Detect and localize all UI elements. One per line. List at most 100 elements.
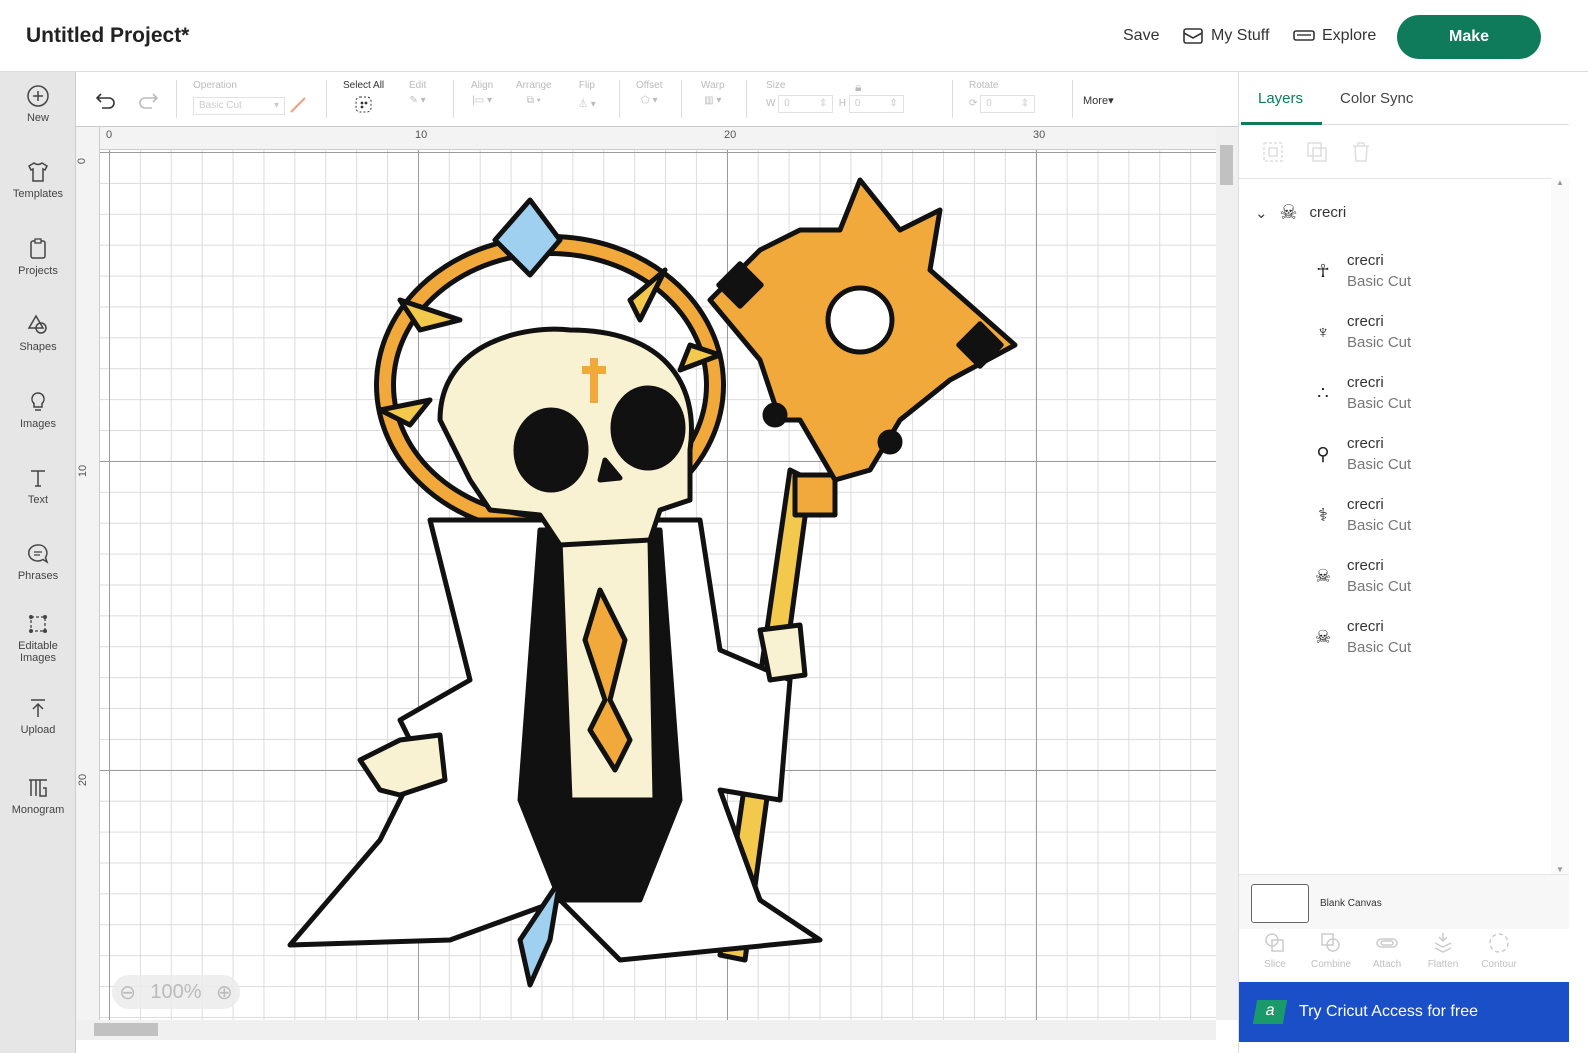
more-label: More: [1083, 95, 1109, 107]
sidebar-label: Projects: [18, 265, 58, 277]
layer-item[interactable]: ☠ crecri Basic Cut: [1311, 618, 1411, 656]
rotate-group: Rotate ⟳ 0 ⇕: [969, 80, 1036, 113]
speech-bubble-icon: [28, 544, 49, 564]
skeleton-thumbnail-icon: ☠: [1279, 202, 1298, 224]
tab-layers[interactable]: Layers: [1258, 90, 1303, 107]
trash-icon[interactable]: [1349, 140, 1373, 164]
redo-icon[interactable]: [136, 90, 160, 110]
layer-operation: Basic Cut: [1347, 456, 1412, 473]
pen-color-icon[interactable]: [288, 95, 308, 115]
layer-group[interactable]: ⌄ ☠ crecri: [1255, 200, 1346, 225]
height-label: H: [838, 98, 847, 109]
layer-item[interactable]: ⚲ crecri Basic Cut: [1311, 435, 1411, 473]
tool-label: Combine: [1310, 959, 1352, 970]
more-button[interactable]: More▾: [1083, 94, 1114, 107]
rotate-icon: ⟳: [969, 98, 978, 109]
layer-thumbnail-icon: ♆: [1316, 321, 1330, 342]
contour-icon: [1489, 933, 1509, 953]
my-stuff-button[interactable]: My Stuff: [1182, 27, 1269, 45]
save-button[interactable]: Save: [1123, 27, 1159, 45]
tab-color-sync[interactable]: Color Sync: [1340, 90, 1413, 107]
horizontal-scrollbar[interactable]: [76, 1020, 1216, 1040]
layer-item[interactable]: ☠ crecri Basic Cut: [1311, 557, 1411, 595]
height-input[interactable]: 0 ⇕: [848, 95, 904, 113]
layers-scrollbar[interactable]: ▲ ▼: [1551, 178, 1569, 878]
sidebar-item-new[interactable]: New: [0, 84, 76, 124]
sidebar-item-phrases[interactable]: Phrases: [0, 542, 76, 582]
layer-name: crecri: [1347, 435, 1384, 452]
layer-thumbnail-icon: ⚕: [1318, 504, 1328, 525]
combine-button[interactable]: Combine: [1303, 929, 1359, 982]
size-group: Size W 0 ⇕ H 0 ⇕: [766, 80, 904, 113]
duplicate-icon[interactable]: [1305, 140, 1329, 164]
vertical-scrollbar[interactable]: [1216, 127, 1238, 1020]
zoom-control: ⊖ 100% ⊕: [112, 975, 240, 1009]
layer-operation: Basic Cut: [1347, 334, 1412, 351]
warp-button[interactable]: Warp ▥ ▾: [701, 80, 725, 106]
sidebar-item-text[interactable]: Text: [0, 466, 76, 506]
sidebar-label: Editable Images: [18, 640, 58, 664]
layer-name: crecri: [1347, 496, 1384, 513]
zoom-in-icon[interactable]: ⊕: [216, 980, 233, 1005]
sidebar-label: Templates: [12, 188, 64, 200]
offset-button[interactable]: Offset ⬠ ▾: [636, 80, 663, 106]
layer-item[interactable]: ∴ crecri Basic Cut: [1311, 374, 1411, 412]
design-canvas[interactable]: [100, 150, 1216, 1020]
explore-button[interactable]: Explore: [1293, 27, 1376, 45]
align-icon: |▭ ▾: [472, 95, 493, 106]
operation-label: Operation: [193, 80, 237, 91]
layer-name: crecri: [1347, 557, 1384, 574]
rotate-input[interactable]: 0 ⇕: [980, 95, 1036, 113]
combine-icon: [1321, 933, 1340, 952]
shirt-icon: [28, 162, 48, 182]
sidebar-item-projects[interactable]: Projects: [0, 237, 76, 277]
flatten-button[interactable]: Flatten: [1415, 929, 1471, 982]
sidebar-item-upload[interactable]: Upload: [0, 696, 76, 736]
chevron-down-icon[interactable]: ⌄: [1255, 204, 1268, 222]
layer-item[interactable]: ⚕ crecri Basic Cut: [1311, 496, 1411, 534]
width-label: W: [766, 98, 776, 109]
sidebar-item-editable-images[interactable]: Editable Images: [0, 612, 76, 664]
sidebar-item-templates[interactable]: Templates: [0, 160, 76, 200]
width-input[interactable]: 0 ⇕: [778, 95, 834, 113]
access-logo: a: [1252, 1000, 1288, 1024]
scrollbar-thumb[interactable]: [94, 1023, 158, 1036]
layer-item[interactable]: ☥ crecri Basic Cut: [1311, 252, 1411, 290]
operation-select[interactable]: Basic Cut ▾: [193, 96, 285, 115]
layer-item[interactable]: ♆ crecri Basic Cut: [1311, 313, 1411, 351]
contour-button[interactable]: Contour: [1471, 929, 1527, 982]
cricut-access-banner[interactable]: a Try Cricut Access for free: [1239, 982, 1569, 1042]
canvas-color-swatch[interactable]: [1251, 884, 1309, 923]
sidebar-label: Images: [19, 418, 57, 430]
sidebar-item-images[interactable]: Images: [0, 390, 76, 430]
sidebar-item-shapes[interactable]: Shapes: [0, 313, 76, 353]
undo-icon[interactable]: [94, 90, 118, 110]
edit-toolbar: Operation Basic Cut ▾ Select All Edit ✎ ▾…: [76, 72, 1238, 127]
flip-button[interactable]: Flip ⏃ ▾: [578, 80, 596, 110]
arrange-button[interactable]: Arrange ⧉ ▾: [516, 80, 552, 106]
flip-icon: ⏃ ▾: [578, 99, 596, 110]
layer-name: crecri: [1347, 313, 1384, 330]
blank-canvas-row[interactable]: Blank Canvas: [1239, 874, 1569, 929]
ruler-label: 0: [76, 157, 89, 165]
tool-label: Slice: [1264, 959, 1286, 970]
active-tab-indicator: [1241, 122, 1322, 125]
lock-icon[interactable]: 🔒︎: [855, 80, 861, 95]
select-all-button[interactable]: Select All: [343, 80, 384, 118]
align-button[interactable]: Align |▭ ▾: [471, 80, 493, 106]
make-button[interactable]: Make: [1397, 15, 1541, 59]
tool-label: Attach: [1372, 959, 1402, 970]
skeleton-priest-image[interactable]: [100, 150, 1216, 1020]
attach-button[interactable]: Attach: [1359, 929, 1415, 982]
scrollbar-thumb[interactable]: [1220, 145, 1233, 185]
project-title[interactable]: Untitled Project*: [26, 24, 189, 48]
header: Untitled Project* Save My Stuff Explore …: [0, 0, 1588, 72]
edit-button[interactable]: Edit ✎ ▾: [409, 80, 426, 106]
warp-label: Warp: [701, 80, 725, 91]
group-icon[interactable]: [1261, 140, 1285, 164]
sidebar-item-monogram[interactable]: Monogram: [0, 776, 76, 816]
upload-icon: [31, 699, 45, 717]
zoom-out-icon[interactable]: ⊖: [119, 980, 136, 1005]
slice-button[interactable]: Slice: [1247, 929, 1303, 982]
sidebar-label: Shapes: [19, 341, 57, 353]
